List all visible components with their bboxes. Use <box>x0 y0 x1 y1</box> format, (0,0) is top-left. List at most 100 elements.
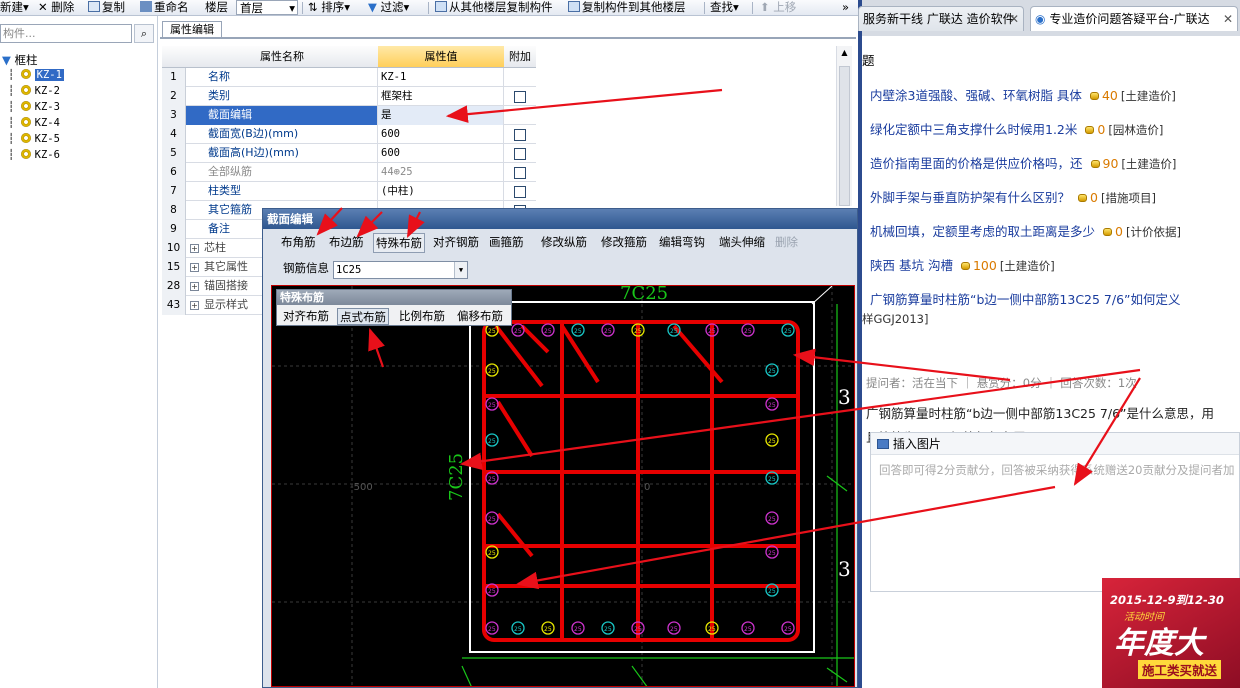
question-item[interactable]: 广钢筋算量时柱筋“b边一侧中部筋13C25 7/6”如何定义 <box>870 289 1181 308</box>
rename-button[interactable]: 重命名 <box>140 0 189 15</box>
expand-icon[interactable]: + <box>190 301 199 310</box>
offset-layout-button[interactable]: 偏移布筋 <box>455 308 505 325</box>
property-row[interactable]: 2 类别 框架柱 <box>162 87 536 106</box>
close-icon[interactable]: ✕ <box>1223 7 1233 31</box>
more-tools-button[interactable]: » <box>842 0 849 15</box>
ratio-layout-button[interactable]: 比例布筋 <box>397 308 447 325</box>
copy-to-floor-button[interactable]: 复制构件到其他楼层 <box>568 0 686 15</box>
property-row[interactable]: 6 全部纵筋 44⊕25 <box>162 163 536 182</box>
property-row[interactable]: 7 柱类型 (中柱) <box>162 182 536 201</box>
question-link[interactable]: 内壁涂3道强酸、强碱、环氧树脂 具体 <box>870 88 1082 103</box>
scroll-thumb[interactable] <box>839 66 850 206</box>
property-row[interactable]: 5 截面高(H边)(mm) 600 <box>162 144 536 163</box>
expand-icon[interactable]: + <box>190 263 199 272</box>
rebar-label[interactable]: 25 <box>574 626 582 633</box>
property-value[interactable]: 600 <box>378 125 504 144</box>
tree-item-kz-3[interactable]: ┆ KZ-3 <box>8 100 60 115</box>
property-value[interactable]: 44⊕25 <box>378 163 504 182</box>
question-link[interactable]: 造价指南里面的价格是供应价格吗，还 <box>870 156 1083 171</box>
tree-item-kz-6[interactable]: ┆ KZ-6 <box>8 148 60 163</box>
tree-root-frame-column[interactable]: ▼ 框柱 <box>2 53 38 68</box>
rebar-label[interactable]: 25 <box>488 626 496 633</box>
tool-button-0[interactable]: 布角筋 <box>279 233 318 253</box>
rebar-label[interactable]: 25 <box>784 328 792 335</box>
copy-from-floor-button[interactable]: 从其他楼层复制构件 <box>435 0 553 15</box>
question-tag[interactable]: [土建造价] <box>1121 89 1176 103</box>
scroll-up-icon[interactable]: ▲ <box>839 48 850 60</box>
question-tag[interactable]: [园林造价] <box>1108 123 1163 137</box>
new-button[interactable]: 新建▾ <box>0 0 29 15</box>
tool-button-3[interactable]: 对齐钢筋 <box>431 233 481 253</box>
tool-button-5[interactable]: 修改纵筋 <box>539 233 589 253</box>
rebar-label[interactable]: 25 <box>544 626 552 633</box>
property-value[interactable]: 是 <box>378 106 504 125</box>
question-tag[interactable]: [土建造价] <box>1000 259 1055 273</box>
delete-button[interactable]: ✕ 删除 <box>38 0 74 15</box>
component-search-input[interactable]: 构件... <box>0 24 132 43</box>
expand-icon[interactable]: + <box>190 282 199 291</box>
copy-button[interactable]: 复制 <box>88 0 125 15</box>
property-value[interactable]: KZ-1 <box>378 68 504 87</box>
property-row[interactable]: 3 截面编辑 是 <box>162 106 536 125</box>
insert-image-button[interactable]: 插入图片 <box>893 437 941 451</box>
rebar-label[interactable]: 25 <box>514 626 522 633</box>
question-link[interactable]: 外脚手架与垂直防护架有什么区别？ <box>870 190 1070 205</box>
extra-checkbox[interactable] <box>514 129 526 141</box>
property-row[interactable]: 4 截面宽(B边)(mm) 600 <box>162 125 536 144</box>
hook-line[interactable] <box>496 512 534 558</box>
question-link[interactable]: 陕西 基坑 沟槽 <box>870 258 953 273</box>
rebar-label[interactable]: 25 <box>744 328 752 335</box>
rebar-label[interactable]: 25 <box>708 626 716 633</box>
tool-button-9[interactable]: 删除 <box>773 233 800 253</box>
tab-fuwu[interactable]: 服务新干线 广联达 造价软件 ✕ <box>858 6 1024 31</box>
extra-checkbox[interactable] <box>514 91 526 103</box>
question-item[interactable]: 陕西 基坑 沟槽 100 [土建造价] <box>870 255 1055 274</box>
question-tag[interactable]: [计价依据] <box>1126 225 1181 239</box>
question-item[interactable]: 机械回填，定额里考虑的取土距离是多少 0 [计价依据] <box>870 221 1181 240</box>
section-drawing[interactable]: 25 25 25 25 25 25 25 25 25 25 25 25 25 25 25 25 25 25 25 25… <box>272 286 855 687</box>
expand-icon[interactable]: + <box>190 244 199 253</box>
rebar-label[interactable]: 25 <box>768 550 776 557</box>
tool-button-1[interactable]: 布边筋 <box>327 233 366 253</box>
rebar-label[interactable]: 25 <box>768 438 776 445</box>
rebar-label[interactable]: 25 <box>670 626 678 633</box>
filter-button[interactable]: ▼ 过滤▾ <box>368 0 409 15</box>
section-canvas[interactable]: 25 25 25 25 25 25 25 25 25 25 25 25 25 25 25 25 25 25 25 25… <box>271 285 855 687</box>
rebar-label[interactable]: 25 <box>488 402 496 409</box>
promo-banner[interactable]: 2015-12-9到12-30 活动时间 年度大 施工类买就送 <box>1102 578 1240 688</box>
rebar-label[interactable]: 25 <box>768 368 776 375</box>
search-icon[interactable]: ⌕ <box>134 24 154 43</box>
question-item[interactable]: 绿化定额中三角支撑什么时候用1.2米 0 [园林造价] <box>870 119 1163 138</box>
rebar-label[interactable]: 25 <box>488 588 496 595</box>
hook-line[interactable] <box>494 324 544 388</box>
sort-button[interactable]: ⇅ 排序▾ <box>308 0 350 15</box>
question-tag[interactable]: [措施项目] <box>1101 191 1156 205</box>
tab-faq-platform[interactable]: ◉ 专业造价问题答疑平台-广联达 ✕ <box>1030 6 1238 31</box>
tree-item-kz-4[interactable]: ┆ KZ-4 <box>8 116 60 131</box>
question-link[interactable]: 绿化定额中三角支撑什么时候用1.2米 <box>870 122 1077 137</box>
tool-button-2[interactable]: 特殊布筋 <box>373 233 425 253</box>
rebar-label[interactable]: 25 <box>544 328 552 335</box>
answer-box[interactable]: 插入图片 回答即可得2分贡献分，回答被采纳获得系统赠送20贡献分及提问者加 <box>870 432 1240 592</box>
point-layout-button[interactable]: 点式布筋 <box>337 308 389 325</box>
tool-button-8[interactable]: 端头伸缩 <box>717 233 767 253</box>
property-scrollbar[interactable]: ▲ <box>836 46 852 206</box>
question-tag[interactable]: [土建造价] <box>1121 157 1176 171</box>
question-link[interactable]: 机械回填，定额里考虑的取土距离是多少 <box>870 224 1095 239</box>
floor-select[interactable]: 首层 ▾ <box>236 0 298 15</box>
rebar-label[interactable]: 25 <box>670 328 678 335</box>
rebar-label[interactable]: 25 <box>634 626 642 633</box>
rebar-label[interactable]: 25 <box>488 476 496 483</box>
tool-button-4[interactable]: 画箍筋 <box>487 233 526 253</box>
rebar-label[interactable]: 25 <box>514 328 522 335</box>
rebar-label[interactable]: 25 <box>488 550 496 557</box>
extra-checkbox[interactable] <box>514 186 526 198</box>
tree-item-kz-5[interactable]: ┆ KZ-5 <box>8 132 60 147</box>
question-link[interactable]: 广钢筋算量时柱筋“b边一侧中部筋13C25 7/6”如何定义 <box>870 292 1181 307</box>
property-row[interactable]: 1 名称 KZ-1 <box>162 68 536 87</box>
rebar-label[interactable]: 25 <box>744 626 752 633</box>
question-item[interactable]: 外脚手架与垂直防护架有什么区别？ 0 [措施项目] <box>870 187 1156 206</box>
rebar-label[interactable]: 25 <box>708 328 716 335</box>
property-value[interactable]: 框架柱 <box>378 87 504 106</box>
tree-item-kz-1[interactable]: ┆ KZ-1 <box>8 68 64 83</box>
